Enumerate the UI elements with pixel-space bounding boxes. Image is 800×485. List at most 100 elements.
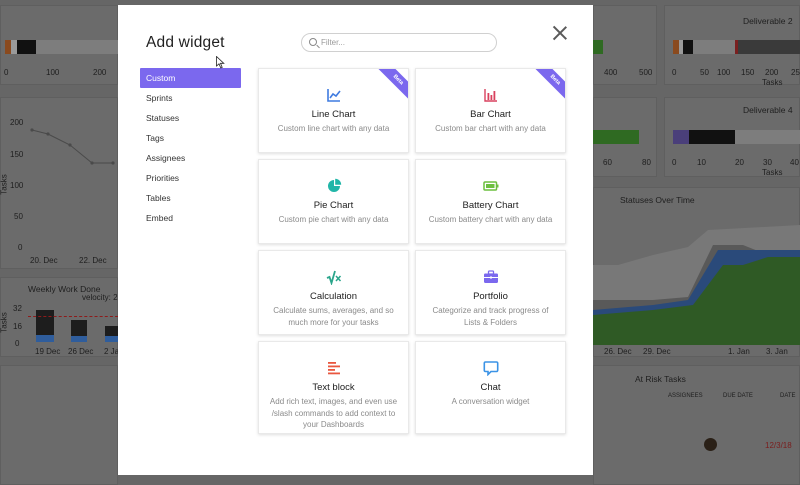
modal-title: Add widget bbox=[146, 34, 225, 51]
bg-weekly-y: 0 bbox=[15, 339, 20, 348]
bg-col-assignees: ASSIGNEES bbox=[668, 393, 703, 399]
bg-col-due-date: DUE DATE bbox=[723, 393, 753, 399]
widget-description: Calculate sums, averages, and so much mo… bbox=[273, 306, 394, 327]
widget-title: Bar Chart bbox=[470, 109, 511, 120]
widget-description: Custom bar chart with any data bbox=[435, 124, 546, 133]
bg-tick: 0 bbox=[672, 158, 677, 167]
bg-velocity-line bbox=[28, 316, 118, 317]
bg-progress-segment bbox=[673, 130, 689, 144]
widget-title: Line Chart bbox=[311, 109, 356, 120]
bg-tick: 200 bbox=[765, 68, 779, 77]
bg-progress-segment bbox=[738, 40, 800, 54]
bg-tick: 400 bbox=[604, 68, 618, 77]
widget-description: Custom line chart with any data bbox=[277, 124, 390, 133]
bg-y-tick: 0 bbox=[18, 243, 23, 252]
bg-col-date: DATE bbox=[780, 393, 796, 399]
sidebar-item-sprints[interactable]: Sprints bbox=[140, 88, 241, 108]
battery-icon bbox=[482, 181, 498, 191]
bg-weekly-bar-base bbox=[71, 336, 87, 342]
widget-title: Portfolio bbox=[473, 291, 508, 302]
bg-tick: 20 bbox=[735, 158, 744, 167]
bg-weekly-x: 19 Dec bbox=[35, 347, 61, 356]
widget-card-battery-chart[interactable]: Battery Chart Custom battery chart with … bbox=[415, 159, 566, 244]
search-input[interactable] bbox=[321, 36, 491, 49]
bg-tick: 150 bbox=[741, 68, 755, 77]
bg-tick: 0 bbox=[672, 68, 677, 77]
widget-card-calculation[interactable]: Calculation Calculate sums, averages, an… bbox=[258, 250, 409, 335]
bg-progress-bar bbox=[593, 40, 603, 54]
widget-description: Categorize and track progress of Lists &… bbox=[432, 306, 549, 327]
widget-title: Battery Chart bbox=[462, 200, 519, 211]
bg-area-chart bbox=[593, 225, 800, 345]
add-widget-modal: Add widget Custom Sprints Statuses Tags … bbox=[118, 5, 593, 475]
bg-progress-bar bbox=[593, 130, 639, 144]
widget-card-line-chart[interactable]: Line Chart Custom line chart with any da… bbox=[258, 68, 409, 153]
pie-chart-icon bbox=[327, 178, 341, 192]
avatar bbox=[704, 438, 717, 451]
bg-axis-label: Tasks bbox=[762, 78, 783, 87]
widget-title: Chat bbox=[480, 382, 501, 393]
widget-description: A conversation widget bbox=[451, 397, 530, 406]
widget-card-bar-chart[interactable]: Bar Chart Custom bar chart with any data… bbox=[415, 68, 566, 153]
bg-axis-label: Tasks bbox=[0, 312, 9, 333]
chat-icon bbox=[483, 361, 498, 376]
mouse-cursor-icon bbox=[216, 56, 225, 69]
bg-tick: 50 bbox=[700, 68, 709, 77]
beta-badge: Beta bbox=[377, 69, 408, 101]
widget-card-text-block[interactable]: Text block Add rich text, images, and ev… bbox=[258, 341, 409, 434]
bg-status-x: 26. Dec bbox=[604, 347, 632, 356]
bg-weekly-y: 16 bbox=[13, 322, 22, 331]
line-chart-icon bbox=[326, 89, 341, 102]
bg-progress-segment bbox=[689, 130, 735, 144]
category-sidebar: Custom Sprints Statuses Tags Assignees P… bbox=[140, 68, 241, 228]
bg-y-tick: 200 bbox=[10, 118, 24, 127]
sidebar-item-custom[interactable]: Custom bbox=[140, 68, 241, 88]
sidebar-item-priorities[interactable]: Priorities bbox=[140, 168, 241, 188]
calculation-icon bbox=[326, 270, 341, 285]
bg-x-tick: 20. Dec bbox=[30, 256, 58, 265]
bg-weekly-bar-base bbox=[36, 335, 54, 342]
bg-weekly-bar-base bbox=[105, 336, 118, 342]
sidebar-item-tables[interactable]: Tables bbox=[140, 188, 241, 208]
bg-tick: 200 bbox=[93, 68, 107, 77]
bg-velocity: velocity: 2. bbox=[82, 293, 120, 302]
bg-axis-label: Tasks bbox=[762, 168, 783, 177]
bg-progress-segment bbox=[683, 40, 693, 54]
search-icon bbox=[309, 38, 317, 46]
bg-panel-at-risk bbox=[593, 365, 800, 485]
bg-y-tick: 100 bbox=[10, 181, 24, 190]
bg-line-series bbox=[30, 128, 115, 165]
sidebar-item-statuses[interactable]: Statuses bbox=[140, 108, 241, 128]
bg-y-tick: 50 bbox=[14, 212, 23, 221]
bg-deliverable-2-title: Deliverable 2 bbox=[743, 16, 793, 26]
sidebar-item-embed[interactable]: Embed bbox=[140, 208, 241, 228]
beta-badge: Beta bbox=[534, 69, 565, 101]
widget-description: Add rich text, images, and even use /sla… bbox=[269, 397, 398, 429]
bg-at-risk-title: At Risk Tasks bbox=[635, 374, 686, 384]
bg-tick: 10 bbox=[697, 158, 706, 167]
briefcase-icon bbox=[483, 270, 498, 283]
search-field[interactable] bbox=[301, 33, 497, 52]
widget-card-portfolio[interactable]: Portfolio Categorize and track progress … bbox=[415, 250, 566, 335]
bg-tick: 80 bbox=[642, 158, 651, 167]
bg-tick: 60 bbox=[603, 158, 612, 167]
widget-card-pie-chart[interactable]: Pie Chart Custom pie chart with any data bbox=[258, 159, 409, 244]
bg-tick: 250 bbox=[791, 68, 800, 77]
bg-statuses-title: Statuses Over Time bbox=[620, 195, 695, 205]
close-icon[interactable] bbox=[550, 23, 570, 43]
sidebar-item-assignees[interactable]: Assignees bbox=[140, 148, 241, 168]
bg-weekly-x: 26 Dec bbox=[68, 347, 94, 356]
widget-title: Text block bbox=[312, 382, 355, 393]
widget-card-chat[interactable]: Chat A conversation widget bbox=[415, 341, 566, 434]
sidebar-item-tags[interactable]: Tags bbox=[140, 128, 241, 148]
bg-deliverable-4-title: Deliverable 4 bbox=[743, 105, 793, 115]
widget-description: Custom battery chart with any data bbox=[428, 215, 553, 224]
bg-status-x: 3. Jan bbox=[766, 347, 788, 356]
bg-tick: 40 bbox=[790, 158, 799, 167]
bg-weekly-y: 32 bbox=[13, 304, 22, 313]
text-block-icon bbox=[327, 362, 340, 375]
bg-tick: 100 bbox=[46, 68, 60, 77]
widget-title: Calculation bbox=[310, 291, 357, 302]
bg-progress-segment bbox=[17, 40, 36, 54]
bg-axis-label: Tasks bbox=[0, 174, 9, 195]
